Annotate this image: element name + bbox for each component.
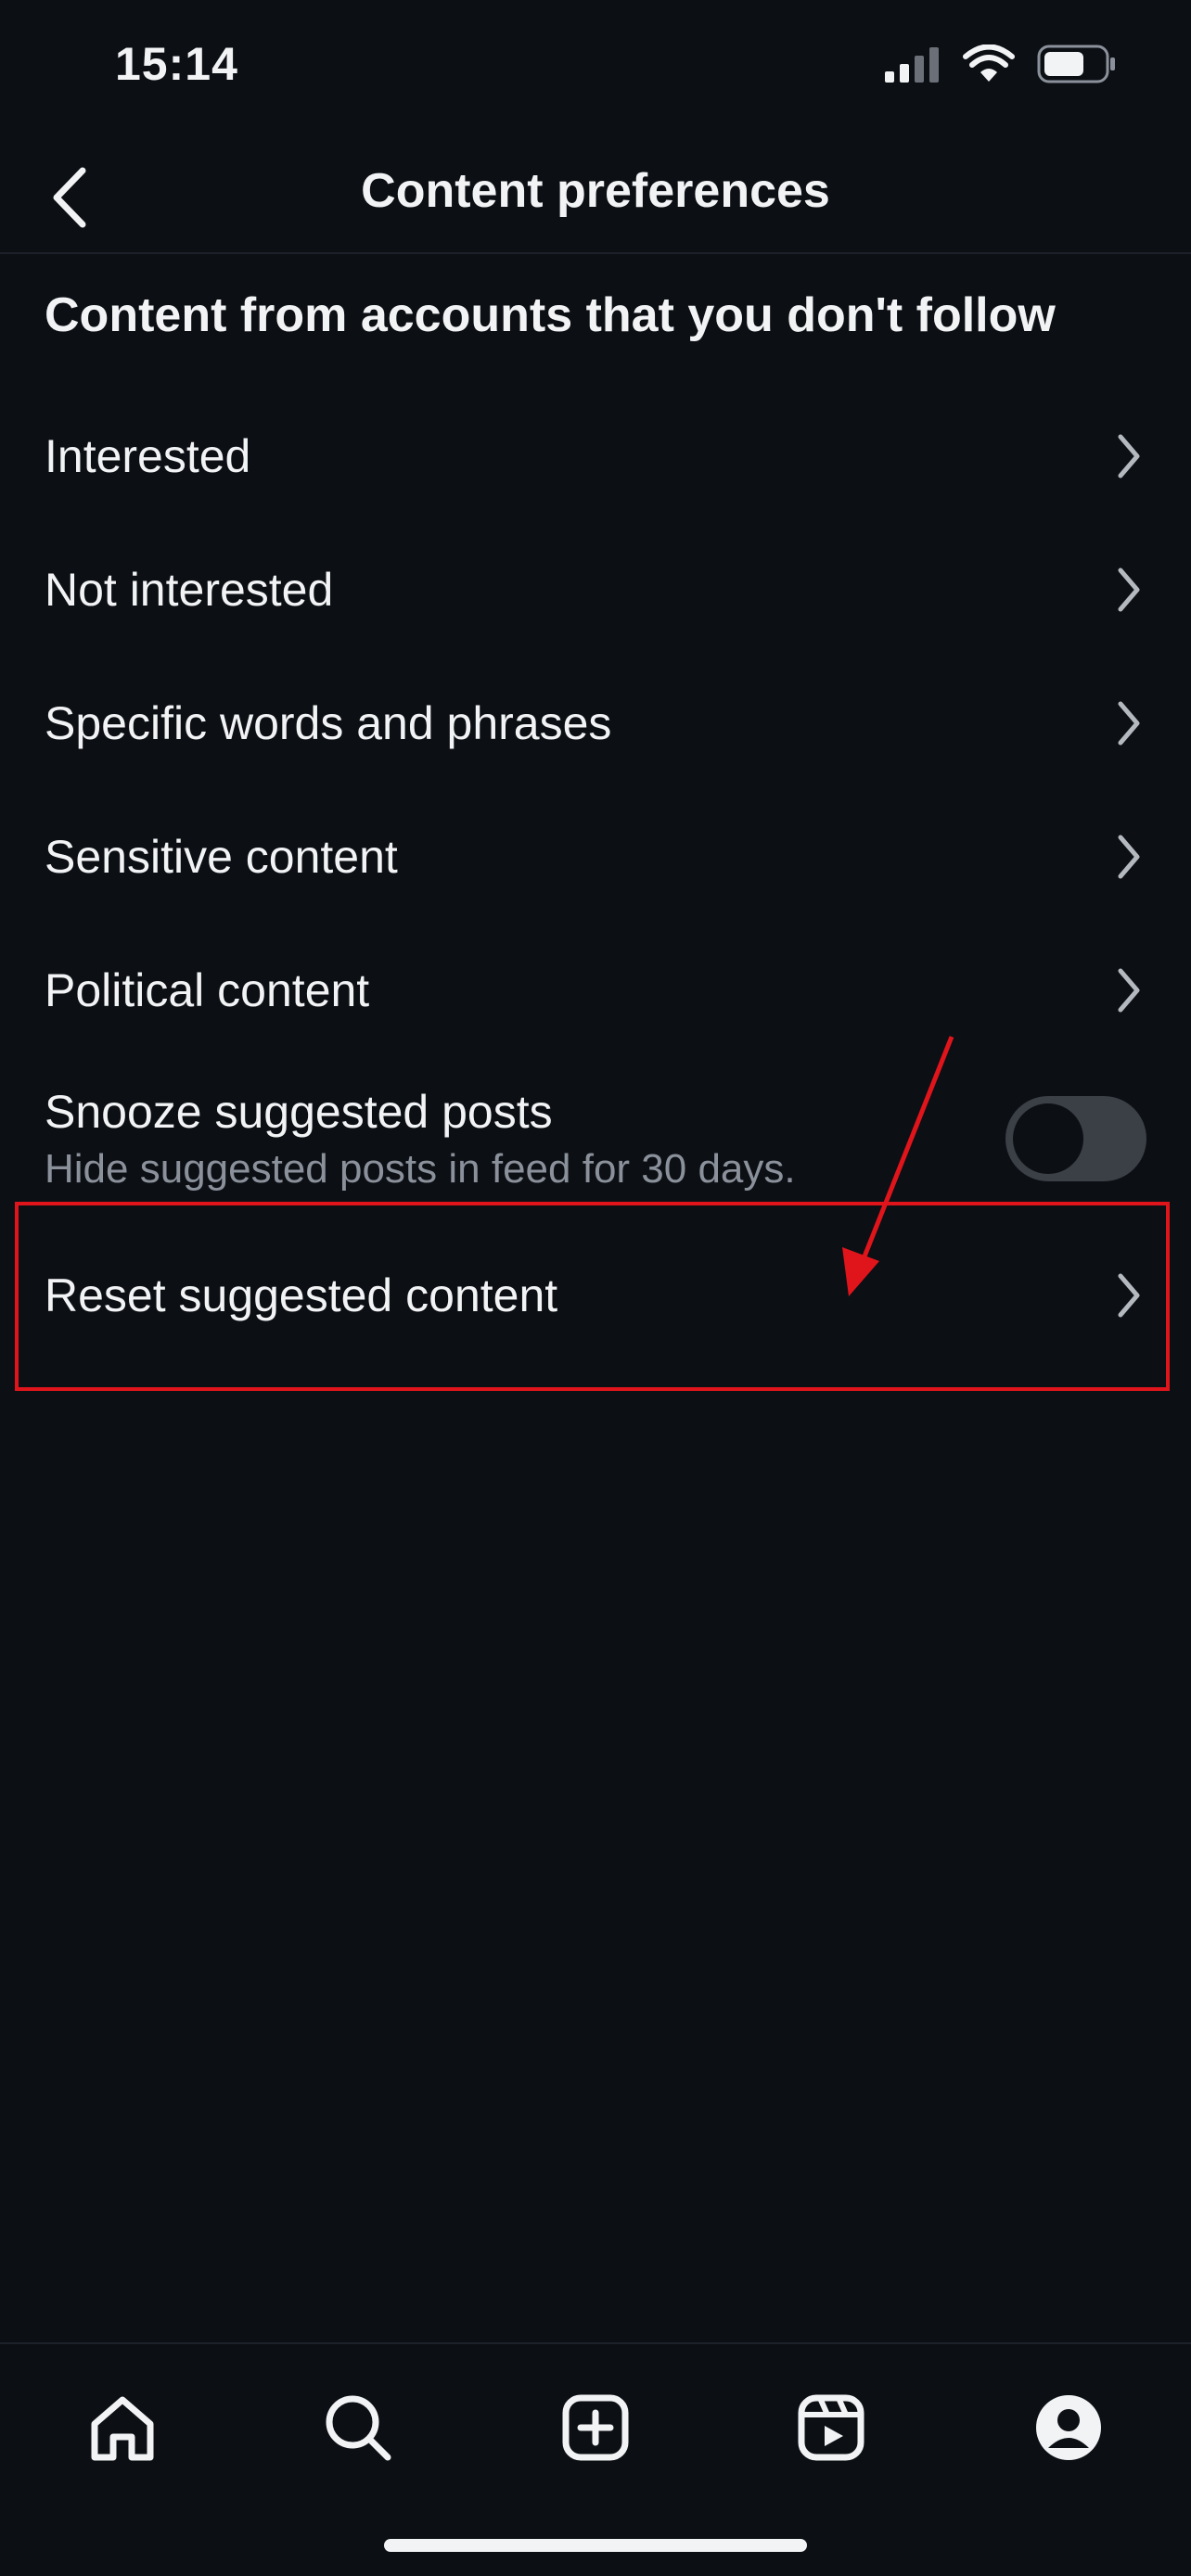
cellular-signal-icon (885, 47, 939, 83)
menu-item-label: Not interested (45, 564, 334, 616)
tab-create[interactable] (549, 2381, 642, 2474)
menu-item-interested[interactable]: Interested (0, 389, 1191, 523)
menu-item-label: Specific words and phrases (45, 697, 612, 749)
menu-item-label: Political content (45, 964, 370, 1016)
tab-home[interactable] (76, 2381, 169, 2474)
menu-item-political-content[interactable]: Political content (0, 924, 1191, 1057)
profile-icon (1036, 2395, 1101, 2460)
chevron-right-icon (1118, 968, 1140, 1013)
menu-item-reset-suggested-content[interactable]: Reset suggested content (0, 1229, 1191, 1362)
tab-profile[interactable] (1022, 2381, 1115, 2474)
tab-reels[interactable] (785, 2381, 877, 2474)
toggle-knob (1013, 1103, 1083, 1174)
home-indicator (384, 2539, 807, 2552)
chevron-right-icon (1118, 835, 1140, 879)
menu-list: Interested Not interested Specific words… (0, 389, 1191, 1057)
chevron-right-icon (1118, 701, 1140, 746)
menu-item-label: Sensitive content (45, 831, 398, 883)
chevron-right-icon (1118, 567, 1140, 612)
nav-header: Content preferences (0, 139, 1191, 254)
search-icon (326, 2395, 391, 2461)
create-post-icon (562, 2394, 629, 2461)
menu-item-sensitive-content[interactable]: Sensitive content (0, 790, 1191, 924)
reels-icon (798, 2394, 864, 2461)
status-bar: 15:14 (0, 0, 1191, 139)
menu-item-label: Reset suggested content (45, 1269, 558, 1321)
menu-item-not-interested[interactable]: Not interested (0, 523, 1191, 657)
wifi-icon (963, 45, 1015, 82)
section-heading: Content from accounts that you don't fol… (45, 288, 1056, 342)
snooze-title: Snooze suggested posts (45, 1086, 553, 1138)
battery-icon (1037, 45, 1115, 83)
snooze-suggested-posts-row: Snooze suggested posts Hide suggested po… (0, 1076, 1191, 1205)
chevron-right-icon (1118, 1273, 1140, 1318)
screen: 15:14 Content preferences Content from a… (0, 0, 1191, 2576)
status-time: 15:14 (115, 38, 238, 90)
chevron-right-icon (1118, 434, 1140, 478)
home-icon (91, 2396, 154, 2461)
tab-search[interactable] (312, 2381, 404, 2474)
menu-item-label: Interested (45, 430, 251, 482)
status-icons (883, 45, 1117, 83)
menu-item-specific-words[interactable]: Specific words and phrases (0, 657, 1191, 790)
snooze-toggle[interactable] (1005, 1096, 1146, 1181)
page-title: Content preferences (361, 164, 830, 218)
snooze-subtitle: Hide suggested posts in feed for 30 days… (45, 1146, 796, 1192)
